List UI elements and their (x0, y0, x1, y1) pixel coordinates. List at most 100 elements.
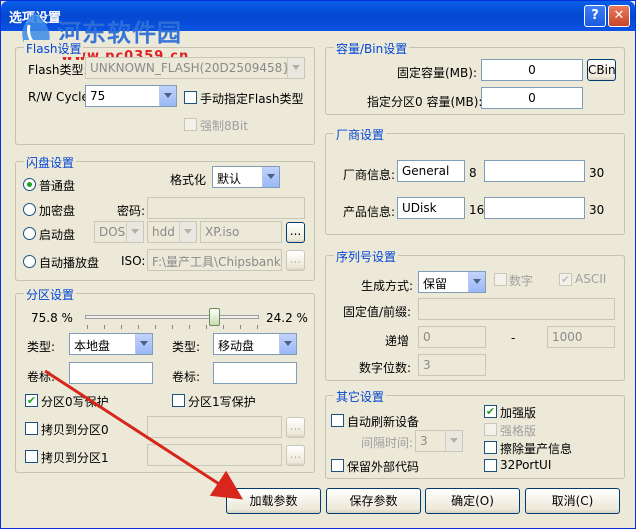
capacity-group-title: 容量/Bin设置 (334, 40, 410, 57)
boot-os-select[interactable]: DOS (94, 221, 144, 243)
copy-to-partition1-label: 拷贝到分区1 (41, 451, 109, 465)
partition1-write-protect-checkbox[interactable] (172, 394, 185, 407)
partition1-volume-label: 卷标: (172, 370, 201, 384)
fixed-prefix-input[interactable] (418, 298, 615, 320)
product-info-extra-input[interactable] (484, 197, 585, 219)
increment-from-input[interactable]: 0 (418, 326, 486, 348)
boot-image-browse-button[interactable]: ... (286, 222, 305, 243)
copy-to-partition1-browse-button[interactable]: ... (286, 445, 305, 466)
increment-label: 递增 (385, 334, 410, 348)
disk-group-title: 闪盘设置 (24, 154, 77, 171)
vendor-info-length: 8 (469, 166, 477, 180)
load-params-button[interactable]: 加载参数 (226, 488, 321, 514)
rw-cycle-select[interactable]: 75 (85, 85, 177, 107)
partition1-type-select[interactable]: 移动盘 (213, 333, 297, 355)
increment-dash: - (511, 331, 516, 345)
chevron-down-icon (126, 222, 143, 242)
gen-mode-label: 生成方式: (361, 279, 414, 293)
force-8bit-checkbox[interactable] (184, 118, 197, 131)
copy-to-partition0-label: 拷贝到分区0 (41, 423, 109, 437)
vendor-info-max: 30 (589, 166, 605, 180)
options-dialog: 选项设置 ? ✕ 河东软件园 www.pc0359.cn Flash设置 Fla… (0, 0, 636, 529)
help-button[interactable]: ? (584, 5, 606, 27)
partition-slider-track[interactable] (85, 315, 259, 319)
partition0-write-protect-checkbox[interactable]: ✔ (25, 394, 38, 407)
erase-production-info-checkbox[interactable] (484, 441, 497, 454)
gen-mode-select[interactable]: 保留 (418, 271, 486, 293)
autorun-disk-label: 自动播放盘 (39, 256, 100, 270)
chevron-down-icon (159, 86, 176, 106)
normal-disk-label: 普通盘 (39, 179, 76, 193)
flash-group-title: Flash设置 (24, 40, 84, 57)
product-info-input[interactable]: UDisk (397, 197, 465, 219)
vendor-info-label: 厂商信息: (343, 168, 396, 182)
encrypted-disk-radio[interactable] (23, 203, 36, 216)
chevron-down-icon (279, 334, 296, 354)
partition0-type-select[interactable]: 本地盘 (69, 333, 153, 355)
32port-ui-checkbox[interactable] (484, 459, 497, 472)
copy-to-partition0-checkbox[interactable] (25, 422, 38, 435)
partition0-volume-label: 卷标: (27, 370, 56, 384)
serial-digit-checkbox[interactable] (494, 273, 507, 286)
fixed-capacity-input[interactable]: 0 (481, 59, 583, 81)
partition1-volume-input[interactable] (213, 362, 297, 384)
iso-path-input[interactable]: F:\量产工具\Chipsbank\C (147, 249, 282, 271)
partition-group-title: 分区设置 (24, 286, 77, 303)
strong-format-checkbox[interactable] (484, 423, 497, 436)
flash-type-select[interactable]: UNKNOWN_FLASH(20D2509458} (85, 57, 305, 79)
fixed-capacity-label: 固定容量(MB): (397, 66, 477, 80)
serial-digits-input[interactable]: 3 (418, 354, 486, 376)
keep-external-code-checkbox[interactable] (331, 459, 344, 472)
boot-image-value: XP.iso (205, 225, 240, 239)
encrypted-disk-label: 加密盘 (39, 204, 76, 218)
product-info-label: 产品信息: (343, 205, 396, 219)
serial-ascii-checkbox[interactable]: ✔ (559, 273, 572, 286)
copy-to-partition1-path-input[interactable] (147, 444, 282, 466)
32port-ui-label: 32PortUI (500, 458, 552, 472)
enhanced-edition-checkbox[interactable]: ✔ (484, 405, 497, 418)
manual-flash-type-checkbox[interactable] (184, 91, 197, 104)
partition0-type-value: 本地盘 (74, 339, 111, 353)
cancel-button[interactable]: 取消(C) (525, 488, 620, 514)
keep-external-code-label: 保留外部代码 (347, 460, 420, 474)
cbin-button[interactable]: CBin (587, 59, 616, 81)
iso-browse-button[interactable]: ... (286, 250, 305, 271)
partition0-capacity-input[interactable]: 0 (481, 87, 583, 109)
interval-select[interactable]: 3 (415, 430, 463, 452)
autorun-disk-radio[interactable] (23, 255, 36, 268)
password-input[interactable] (147, 197, 305, 219)
chevron-down-icon (445, 431, 462, 451)
auto-refresh-checkbox[interactable] (331, 414, 344, 427)
manual-flash-type-label: 手动指定Flash类型 (200, 92, 304, 106)
window-title: 选项设置 (9, 11, 62, 26)
product-info-max: 30 (589, 203, 605, 217)
boot-disk-select[interactable]: hdd (147, 221, 197, 243)
vendor-info-extra-input[interactable] (484, 160, 585, 182)
copy-to-partition0-browse-button[interactable]: ... (286, 417, 305, 438)
partition1-type-label: 类型: (172, 340, 201, 354)
chevron-down-icon (287, 58, 304, 78)
partition1-type-value: 移动盘 (218, 339, 255, 353)
password-label: 密码: (117, 204, 146, 218)
vendor-info-input[interactable]: General (397, 160, 465, 182)
boot-disk-value: hdd (152, 225, 175, 239)
rw-cycle-label: R/W Cycle: (28, 90, 93, 104)
increment-to-input[interactable]: 1000 (547, 326, 615, 348)
ok-button[interactable]: 确定(O) (425, 488, 520, 514)
copy-to-partition1-checkbox[interactable] (25, 450, 38, 463)
copy-to-partition0-path-input[interactable] (147, 416, 282, 438)
format-select[interactable]: 默认 (212, 166, 280, 188)
serial-ascii-label: ASCII (575, 272, 607, 286)
partition-right-percent: 24.2 % (266, 311, 308, 325)
partition0-capacity-label: 指定分区0 容量(MB): (367, 95, 483, 109)
partition-slider-thumb[interactable] (208, 308, 220, 326)
title-bar[interactable]: 选项设置 ? ✕ (1, 1, 635, 31)
normal-disk-radio[interactable] (23, 178, 36, 191)
close-button[interactable]: ✕ (608, 5, 630, 27)
boot-image-input[interactable]: XP.iso (200, 221, 282, 243)
partition0-volume-input[interactable] (69, 362, 153, 384)
vendor-group-title: 厂商设置 (334, 126, 387, 143)
auto-refresh-label: 自动刷新设备 (347, 415, 420, 429)
boot-disk-radio[interactable] (23, 227, 36, 240)
save-params-button[interactable]: 保存参数 (326, 488, 421, 514)
